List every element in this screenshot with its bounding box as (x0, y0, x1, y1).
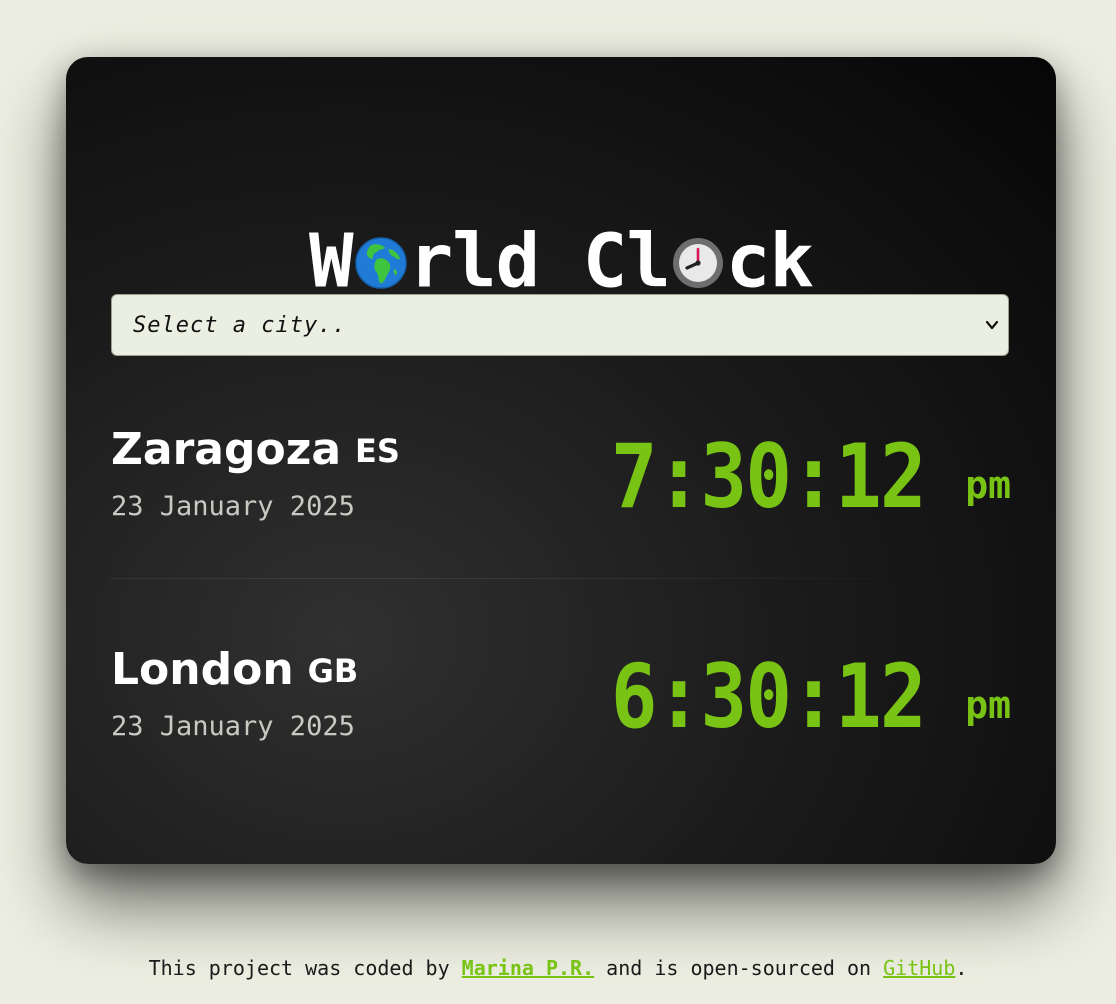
globe-icon (354, 237, 407, 290)
city-time: 6:30:12 (610, 645, 927, 748)
page-title: W rld Cl ck (66, 217, 1056, 301)
city-clock: 6:30:12 PM (568, 645, 1011, 748)
clock-icon (672, 237, 724, 289)
city-divider (111, 578, 871, 579)
footer-text-before: This project was coded by (148, 956, 462, 980)
city-row-london: London GB 23 January 2025 6:30:12 PM (111, 632, 1011, 792)
footer-text-middle: and is open-sourced on (594, 956, 884, 980)
city-date: 23 January 2025 (111, 711, 355, 742)
title-text-part1: W (309, 218, 354, 305)
city-select[interactable]: Select a city.. (111, 294, 1009, 356)
city-clock: 7:30:12 PM (568, 425, 1011, 528)
city-name-text: Zaragoza (111, 424, 342, 475)
github-link[interactable]: GitHub (883, 956, 955, 980)
city-time: 7:30:12 (610, 425, 927, 528)
city-select-placeholder: Select a city.. (133, 313, 347, 338)
world-clock-card: W rld Cl ck Select a city.. Zaragoza ES … (66, 57, 1056, 864)
city-name: London GB (111, 640, 358, 703)
country-code: ES (355, 432, 400, 470)
title-text-part3: ck (725, 218, 814, 305)
city-ampm: PM (965, 683, 1011, 727)
chevron-down-icon[interactable] (984, 317, 1000, 333)
author-link[interactable]: Marina P.R. (462, 956, 594, 980)
title-text-part2: rld Cl (408, 218, 671, 305)
footer: This project was coded by Marina P.R. an… (0, 950, 1116, 986)
city-name-text: London (111, 644, 294, 695)
city-name: Zaragoza ES (111, 420, 400, 483)
city-row-zaragoza: Zaragoza ES 23 January 2025 7:30:12 PM (111, 412, 1011, 572)
city-date: 23 January 2025 (111, 491, 355, 522)
country-code: GB (307, 652, 359, 690)
footer-text-after: . (955, 956, 968, 980)
city-ampm: PM (965, 463, 1011, 507)
